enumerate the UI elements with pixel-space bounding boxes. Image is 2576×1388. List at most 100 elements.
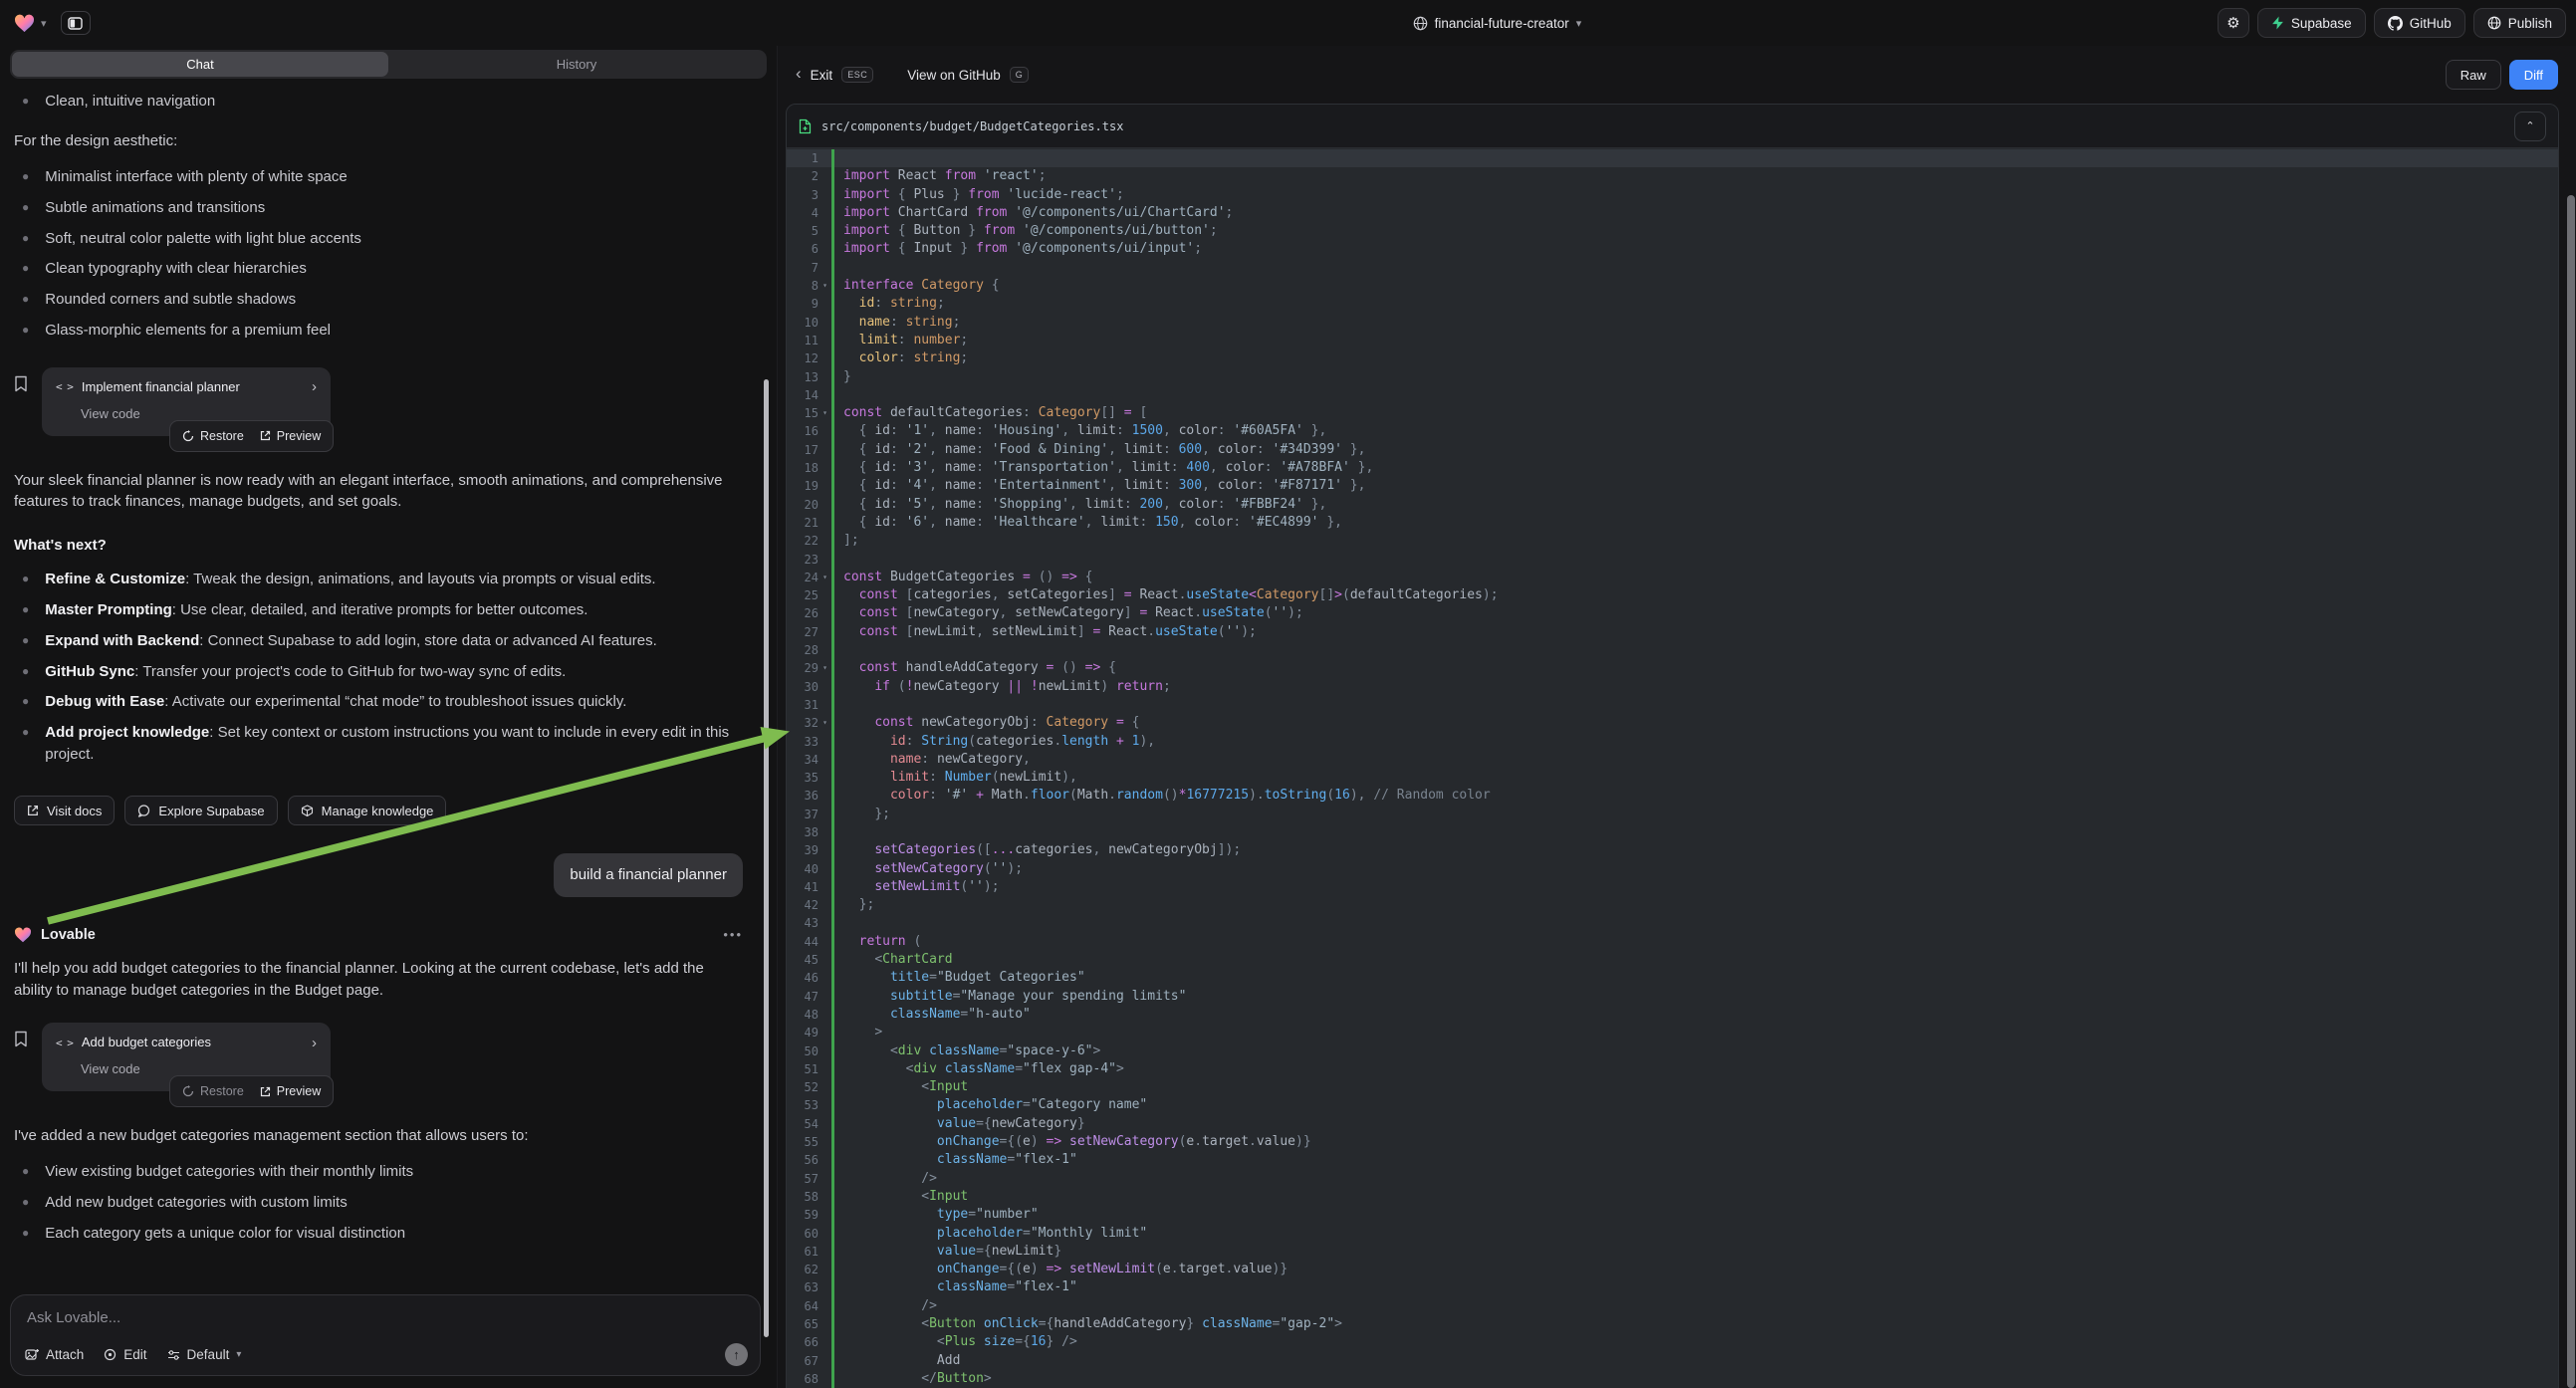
fold-caret-spacer xyxy=(819,878,831,896)
diff-toggle-button[interactable]: Diff xyxy=(2509,60,2558,90)
code-line: 46 title="Budget Categories" xyxy=(787,969,2558,987)
chat-scrollbar[interactable] xyxy=(764,379,769,1337)
bookmark-icon[interactable] xyxy=(14,1031,28,1047)
diff-added-bar xyxy=(831,204,834,222)
message-menu-icon[interactable]: ••• xyxy=(723,926,743,945)
code-line: 25 const [categories, setCategories] = R… xyxy=(787,586,2558,604)
line-number: 49 xyxy=(787,1024,819,1041)
line-number: 33 xyxy=(787,733,819,751)
line-number: 8 xyxy=(787,277,819,295)
code-text: const handleAddCategory = () => { xyxy=(843,659,2558,677)
code-line: 22]; xyxy=(787,532,2558,550)
code-line: 4import ChartCard from '@/components/ui/… xyxy=(787,204,2558,222)
code-text: import { Button } from '@/components/ui/… xyxy=(843,222,2558,240)
restore-button[interactable]: Restore xyxy=(182,427,244,445)
version-card[interactable]: < > Add budget categories › View code Re… xyxy=(42,1023,331,1091)
chat-messages: ● Clean, intuitive navigation For the de… xyxy=(14,86,743,1288)
tab-chat[interactable]: Chat xyxy=(12,52,388,77)
diff-added-bar xyxy=(831,988,834,1006)
diff-added-bar xyxy=(831,186,834,204)
fold-caret-spacer xyxy=(819,1297,831,1315)
publish-button[interactable]: Publish xyxy=(2473,8,2566,38)
prompt-input[interactable] xyxy=(27,1309,602,1326)
file-header[interactable]: src/components/budget/BudgetCategories.t… xyxy=(787,105,2558,148)
chat-panel: Chat History ● Clean, intuitive navigati… xyxy=(0,46,777,1388)
restore-button[interactable]: Restore xyxy=(182,1082,244,1100)
diff-added-bar xyxy=(831,659,834,677)
diff-added-bar xyxy=(831,714,834,732)
tab-history[interactable]: History xyxy=(388,52,765,77)
prompt-box[interactable]: Attach Edit Default ▾ ↑ xyxy=(10,1294,761,1376)
fold-caret-icon[interactable]: ▾ xyxy=(819,569,831,586)
diff-added-bar xyxy=(831,604,834,622)
code-text: { id: '5', name: 'Shopping', limit: 200,… xyxy=(843,496,2558,514)
fold-caret-spacer xyxy=(819,623,831,641)
line-number: 30 xyxy=(787,678,819,696)
github-button[interactable]: GitHub xyxy=(2374,8,2465,38)
code-text: value={newLimit} xyxy=(843,1243,2558,1261)
fold-caret-spacer xyxy=(819,1024,831,1041)
diff-added-bar xyxy=(831,314,834,332)
chevron-right-icon[interactable]: › xyxy=(312,1038,317,1049)
manage-knowledge-button[interactable]: Manage knowledge xyxy=(288,796,447,825)
target-icon xyxy=(104,1348,117,1361)
fold-caret-icon[interactable]: ▾ xyxy=(819,659,831,677)
code-text: color: '#' + Math.floor(Math.random()*16… xyxy=(843,787,2558,805)
diff-added-bar xyxy=(831,422,834,440)
lovable-logo-icon[interactable] xyxy=(14,14,35,33)
settings-button[interactable]: ⚙ xyxy=(2218,8,2249,38)
fold-caret-spacer xyxy=(819,1170,831,1188)
lovable-heart-icon xyxy=(14,927,32,943)
diff-added-bar xyxy=(831,496,834,514)
code-text: subtitle="Manage your spending limits" xyxy=(843,988,2558,1006)
diff-added-bar xyxy=(831,569,834,586)
code-line: 41 setNewLimit(''); xyxy=(787,878,2558,896)
collapse-file-button[interactable]: ⌃ xyxy=(2514,112,2546,141)
bookmark-icon[interactable] xyxy=(14,375,28,392)
view-on-github-button[interactable]: View on GitHub G xyxy=(907,67,1029,83)
logo-dropdown-chevron-icon[interactable]: ▾ xyxy=(41,17,47,30)
whats-next-list: ●Refine & Customize: Tweak the design, a… xyxy=(14,565,743,770)
preview-button[interactable]: Preview xyxy=(260,427,321,445)
mode-select[interactable]: Default ▾ xyxy=(167,1347,242,1362)
code-diff[interactable]: 12import React from 'react';3import { Pl… xyxy=(787,148,2558,1388)
code-text: > xyxy=(843,1024,2558,1041)
list-item: ●Add project knowledge: Set key context … xyxy=(14,718,743,771)
visit-docs-button[interactable]: Visit docs xyxy=(14,796,115,825)
diff-added-bar xyxy=(831,1042,834,1060)
fold-caret-spacer xyxy=(819,914,831,932)
supabase-button[interactable]: Supabase xyxy=(2257,8,2366,38)
toggle-sidebar-button[interactable] xyxy=(61,11,91,35)
chevron-right-icon[interactable]: › xyxy=(312,381,317,393)
bullet-dot: ● xyxy=(14,1223,29,1245)
raw-toggle-button[interactable]: Raw xyxy=(2446,60,2501,90)
send-button[interactable]: ↑ xyxy=(725,1343,748,1366)
fold-caret-icon[interactable]: ▾ xyxy=(819,277,831,295)
fold-caret-spacer xyxy=(819,496,831,514)
exit-button[interactable]: ‹ Exit esc xyxy=(796,66,873,84)
gear-icon: ⚙ xyxy=(2226,14,2239,32)
code-text: const defaultCategories: Category[] = [ xyxy=(843,404,2558,422)
code-line: 21 { id: '6', name: 'Healthcare', limit:… xyxy=(787,514,2558,532)
editor-scrollbar[interactable] xyxy=(2567,195,2575,1388)
code-line: 45 <ChartCard xyxy=(787,951,2558,969)
restore-icon xyxy=(182,1085,194,1097)
list-item: ●Debug with Ease: Activate our experimen… xyxy=(14,687,743,718)
line-number: 54 xyxy=(787,1115,819,1133)
line-number: 26 xyxy=(787,604,819,622)
code-line: 53 placeholder="Category name" xyxy=(787,1096,2558,1114)
list-item: ●Expand with Backend: Connect Supabase t… xyxy=(14,625,743,656)
diff-added-bar xyxy=(831,551,834,569)
fold-caret-icon[interactable]: ▾ xyxy=(819,714,831,732)
attach-button[interactable]: Attach xyxy=(25,1347,84,1362)
preview-button[interactable]: Preview xyxy=(260,1082,321,1100)
fold-caret-spacer xyxy=(819,1370,831,1388)
fold-caret-spacer xyxy=(819,733,831,751)
fold-caret-icon[interactable]: ▾ xyxy=(819,404,831,422)
project-switcher[interactable]: financial-future-creator ▾ xyxy=(777,16,2218,31)
edit-button[interactable]: Edit xyxy=(104,1347,146,1362)
code-line: 48 className="h-auto" xyxy=(787,1006,2558,1024)
assistant-header: Lovable ••• xyxy=(14,925,743,946)
explore-supabase-button[interactable]: Explore Supabase xyxy=(124,796,277,825)
version-card[interactable]: < > Implement financial planner › View c… xyxy=(42,367,331,436)
